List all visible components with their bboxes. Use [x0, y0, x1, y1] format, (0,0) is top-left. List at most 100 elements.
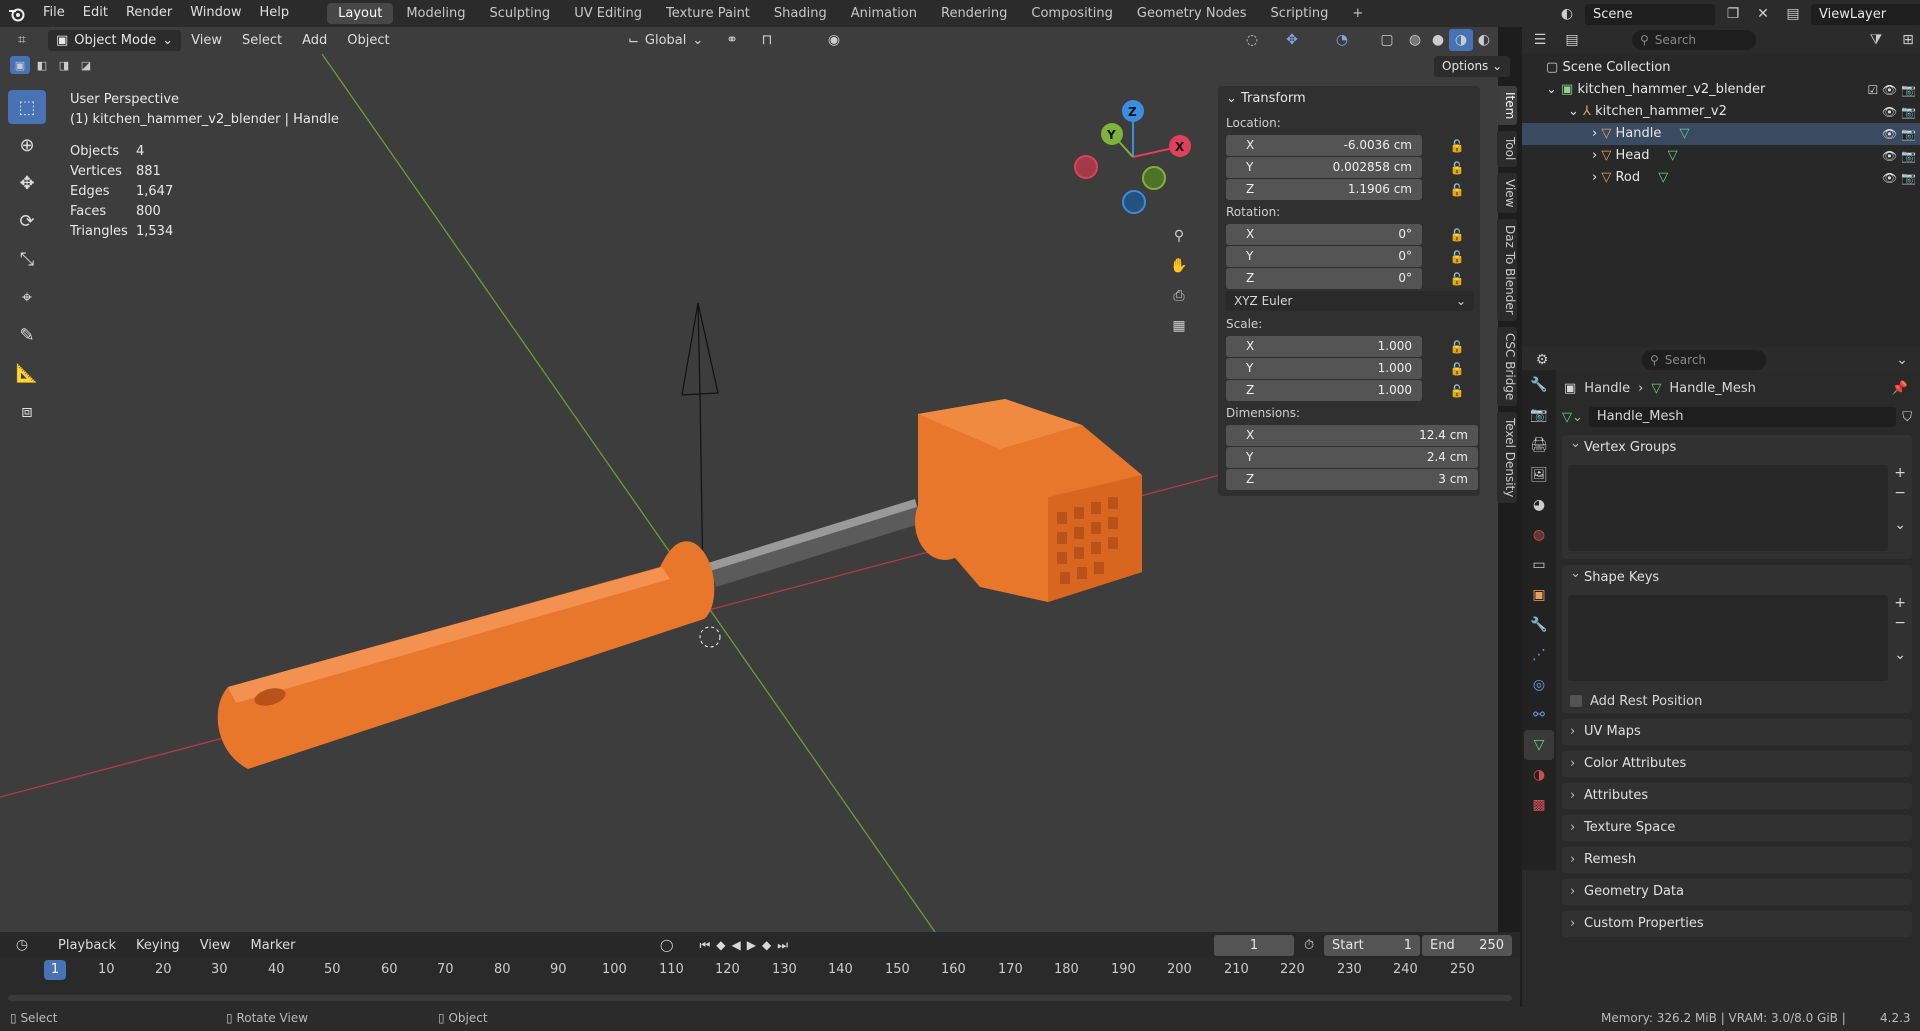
start-frame-field[interactable]: Start 1	[1324, 934, 1420, 956]
sidebar-tab-csc[interactable]: CSC Bridge	[1497, 326, 1517, 407]
scene-tab-icon[interactable]: ◕	[1524, 490, 1554, 520]
ortho-grid-icon[interactable]: ▦	[1167, 315, 1191, 337]
properties-editor-icon[interactable]: ⚙	[1530, 349, 1554, 371]
rotation-x[interactable]: X 0° 🔓	[1226, 224, 1480, 245]
transform-header[interactable]: ⌄ Transform	[1218, 86, 1480, 112]
lock-icon[interactable]: 🔓	[1446, 362, 1468, 376]
tool-tab-icon[interactable]: 🔧	[1524, 370, 1554, 400]
sidebar-tab-daz[interactable]: Daz To Blender	[1497, 219, 1517, 321]
modifier-tab-icon[interactable]: 🔧	[1524, 610, 1554, 640]
lock-icon[interactable]: 🔓	[1446, 228, 1468, 242]
measure-tool-icon[interactable]: 📐	[8, 356, 46, 390]
rotation-z[interactable]: Z 0° 🔓	[1226, 268, 1480, 289]
lock-icon[interactable]: 🔓	[1446, 384, 1468, 398]
outliner-item-head[interactable]: › ▽ Head ▽ 👁 📷	[1522, 145, 1920, 167]
cursor-tool-icon[interactable]: ⊕	[8, 128, 46, 162]
visibility-eye-icon[interactable]: 👁 📷	[1882, 167, 1916, 189]
chevron-down-icon[interactable]: ⌄	[1890, 349, 1914, 371]
xray-icon[interactable]: ▢	[1375, 29, 1399, 51]
pan-hand-icon[interactable]: ✋	[1167, 255, 1191, 277]
delete-scene-icon[interactable]: ✕	[1751, 3, 1775, 25]
tab-shading[interactable]: Shading	[763, 3, 838, 24]
data-tab-icon[interactable]: ▽	[1524, 730, 1554, 760]
tab-geometry-nodes[interactable]: Geometry Nodes	[1126, 3, 1258, 24]
physics-tab-icon[interactable]: ◎	[1524, 670, 1554, 700]
prev-keyframe-icon[interactable]: ◆	[716, 938, 725, 953]
remesh-header[interactable]: Remesh	[1562, 847, 1912, 873]
play-reverse-icon[interactable]: ◀	[731, 938, 740, 953]
viewlayer-selector[interactable]: ViewLayer	[1811, 3, 1920, 25]
visibility-eye-icon[interactable]: 👁 📷	[1882, 101, 1916, 123]
wireframe-shading-icon[interactable]: ◍	[1403, 29, 1427, 51]
viewport-menu-add[interactable]: Add	[292, 33, 337, 48]
next-keyframe-icon[interactable]: ◆	[762, 938, 771, 953]
timeline-ruler[interactable]: 1 10 20 30 40 50 60 70 80 90 100 110 120…	[0, 958, 1520, 1007]
end-frame-field[interactable]: End 250	[1422, 934, 1512, 956]
play-icon[interactable]: ▶	[747, 938, 756, 953]
rotation-mode-select[interactable]: XYZ Euler ⌄	[1226, 291, 1474, 311]
scene-icon[interactable]: ◐	[1555, 3, 1579, 25]
particles-tab-icon[interactable]: ⋰	[1524, 640, 1554, 670]
chevron-down-icon[interactable]: ⌄	[1894, 517, 1906, 533]
move-tool-icon[interactable]: ✥	[8, 166, 46, 200]
menu-render[interactable]: Render	[117, 0, 181, 27]
sidebar-tab-texel[interactable]: Texel Density	[1497, 412, 1517, 504]
fake-user-shield-icon[interactable]: ⛉	[1902, 410, 1912, 425]
camera-view-icon[interactable]: ⎙	[1167, 285, 1191, 307]
add-workspace-icon[interactable]: +	[1341, 3, 1374, 24]
render-tab-icon[interactable]: 📷	[1524, 400, 1554, 430]
proportional-edit-icon[interactable]: ◉	[822, 29, 846, 51]
lock-icon[interactable]: 🔓	[1446, 183, 1468, 197]
visibility-eye-icon[interactable]: 👁 📷	[1882, 123, 1916, 145]
pin-icon[interactable]: 📌	[1892, 381, 1908, 396]
dimensions-z[interactable]: Z3 cm	[1226, 469, 1480, 490]
view-layer-tab-icon[interactable]: 🖼	[1524, 460, 1554, 490]
scale-tool-icon[interactable]: ⤡	[8, 242, 46, 276]
tab-layout[interactable]: Layout	[327, 3, 394, 24]
rendered-shading-icon[interactable]: ◐	[1472, 29, 1496, 51]
vertex-groups-header[interactable]: Vertex Groups	[1562, 431, 1912, 461]
material-shading-icon[interactable]: ◑	[1449, 29, 1473, 51]
editor-type-icon[interactable]: ⌗	[10, 29, 34, 51]
current-frame-field[interactable]: 1	[1214, 934, 1294, 956]
tab-uv-editing[interactable]: UV Editing	[563, 3, 653, 24]
rotate-tool-icon[interactable]: ⟳	[8, 204, 46, 238]
menu-help[interactable]: Help	[251, 0, 299, 27]
playhead[interactable]: 1	[44, 960, 66, 980]
rotation-y[interactable]: Y 0° 🔓	[1226, 246, 1480, 267]
mesh-name-field[interactable]: Handle_Mesh	[1588, 407, 1897, 427]
auto-keying-icon[interactable]: ◯	[660, 938, 673, 953]
uv-maps-header[interactable]: UV Maps	[1562, 719, 1912, 745]
outliner-search[interactable]: ⚲ Search	[1632, 30, 1756, 50]
zoom-icon[interactable]: ⚲	[1167, 225, 1191, 247]
select-extend-icon[interactable]: ◧	[32, 56, 52, 74]
lock-icon[interactable]: 🔓	[1446, 340, 1468, 354]
scale-x[interactable]: X 1.000 🔓	[1226, 336, 1480, 357]
outliner-editor-icon[interactable]: ☰	[1528, 29, 1552, 51]
object-tab-icon[interactable]: ▣	[1524, 580, 1554, 610]
visibility-icon[interactable]: ◌	[1240, 29, 1264, 51]
select-invert-icon[interactable]: ◪	[76, 56, 96, 74]
timeline-editor-icon[interactable]: ◷	[10, 934, 34, 956]
sidebar-tab-tool[interactable]: Tool	[1497, 131, 1517, 167]
annotate-tool-icon[interactable]: ✎	[8, 318, 46, 352]
add-cube-tool-icon[interactable]: ⧈	[8, 394, 46, 428]
add-rest-position-checkbox[interactable]	[1570, 695, 1582, 707]
color-attributes-header[interactable]: Color Attributes	[1562, 751, 1912, 777]
location-x[interactable]: X -6.0036 cm 🔓	[1226, 135, 1480, 156]
outliner-item-rod[interactable]: › ▽ Rod ▽ 👁 📷	[1522, 167, 1920, 189]
add-icon[interactable]: +	[1894, 465, 1906, 481]
dimensions-y[interactable]: Y 2.4 cm	[1226, 447, 1480, 468]
new-scene-icon[interactable]: ❐	[1721, 3, 1745, 25]
lock-icon[interactable]: 🔓	[1446, 161, 1468, 175]
attributes-header[interactable]: Attributes	[1562, 783, 1912, 809]
location-z[interactable]: Z 1.1906 cm 🔓	[1226, 179, 1480, 200]
shape-keys-list[interactable]	[1568, 595, 1889, 681]
tab-modeling[interactable]: Modeling	[395, 3, 476, 24]
pivot-icon[interactable]: ⚭	[720, 29, 744, 51]
select-new-icon[interactable]: ▣	[10, 56, 30, 74]
overlay-toggle-icon[interactable]: ◔	[1330, 29, 1354, 51]
jump-end-icon[interactable]: ⏭	[777, 938, 788, 953]
gizmo-toggle-icon[interactable]: ✥	[1280, 29, 1304, 51]
scene-selector[interactable]: Scene	[1585, 3, 1715, 25]
